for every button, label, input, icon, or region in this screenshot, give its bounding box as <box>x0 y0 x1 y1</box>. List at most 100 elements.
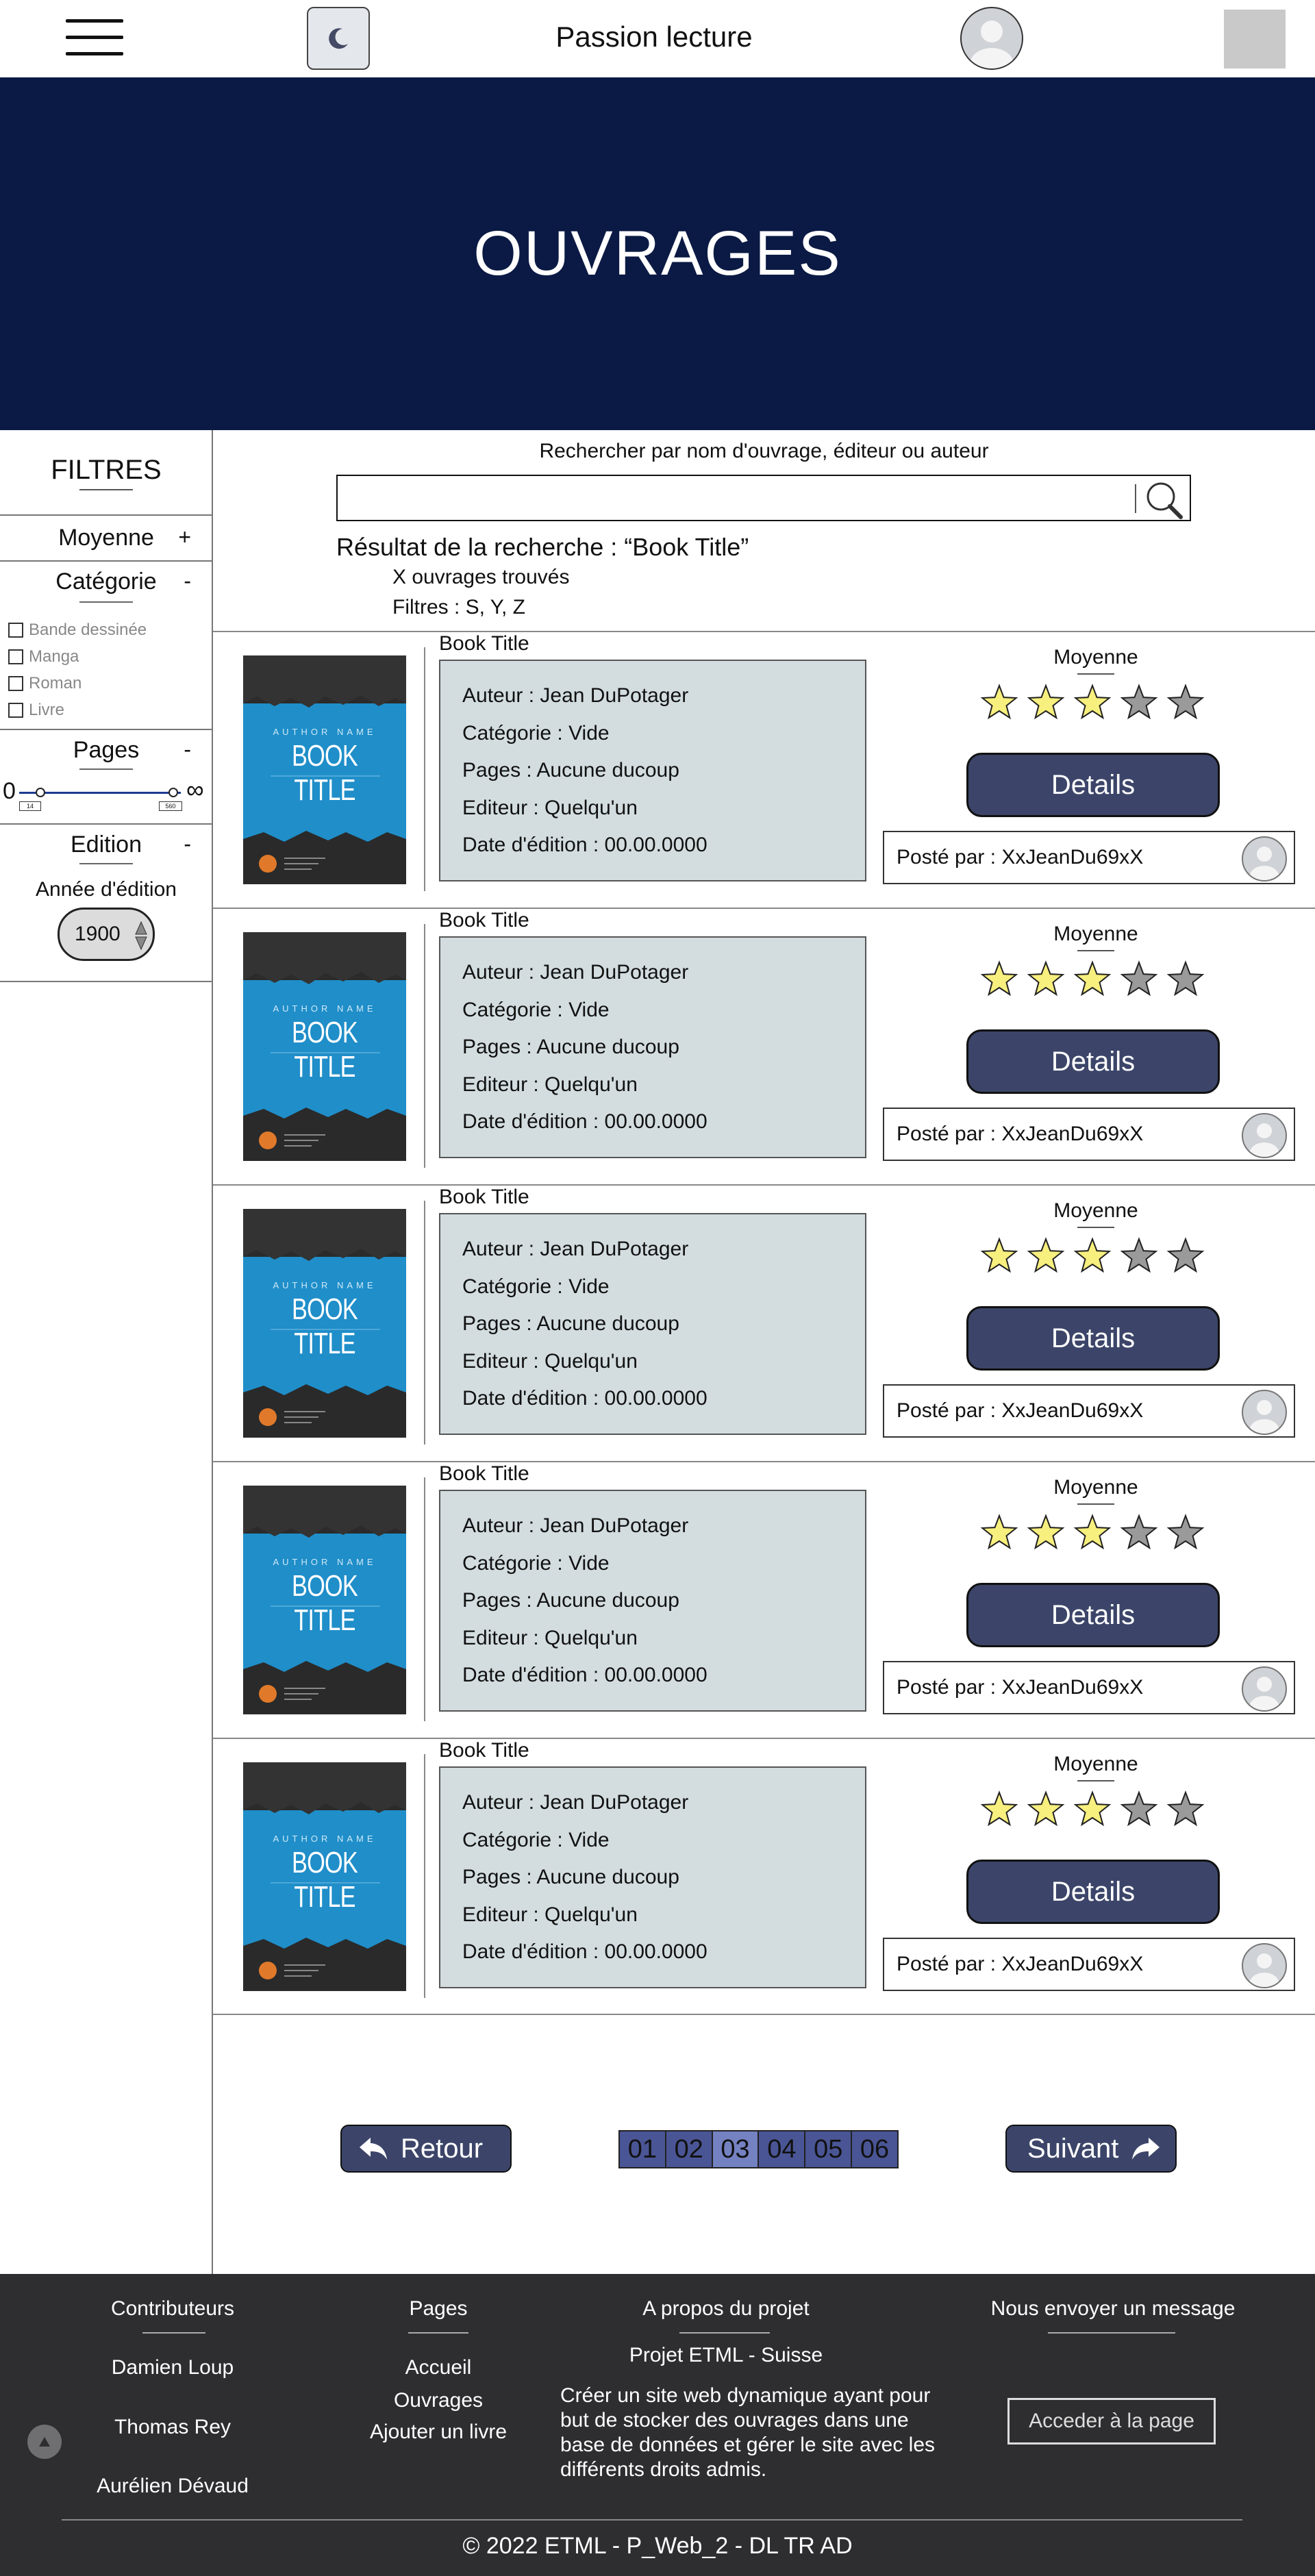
contributor-name: Thomas Rey <box>114 2416 231 2438</box>
checkbox[interactable] <box>8 676 23 691</box>
star-empty-icon[interactable] <box>1166 1790 1205 1827</box>
book-title[interactable]: Book Title <box>439 909 529 932</box>
year-value: 1900 <box>75 923 121 945</box>
checkbox[interactable] <box>8 623 23 638</box>
search-input[interactable] <box>336 475 1191 521</box>
star-filled-icon[interactable] <box>1073 1514 1112 1550</box>
divider <box>0 823 212 825</box>
category-option[interactable]: Livre <box>8 701 64 720</box>
star-empty-icon[interactable] <box>1120 1790 1158 1827</box>
book-title[interactable]: Book Title <box>439 1186 529 1209</box>
star-filled-icon[interactable] <box>980 1790 1018 1827</box>
book-row: AUTHOR NAME BOOK TITLE Book Title Auteur… <box>213 908 1315 1185</box>
pages-range-slider[interactable]: 0 ∞ 14 560 <box>0 775 212 819</box>
star-empty-icon[interactable] <box>1166 960 1205 997</box>
footer-link-ouvrages[interactable]: Ouvrages <box>349 2389 527 2412</box>
book-cover-image[interactable]: AUTHOR NAME BOOK TITLE <box>243 1209 406 1438</box>
book-cover-image[interactable]: AUTHOR NAME BOOK TITLE <box>243 932 406 1161</box>
book-title[interactable]: Book Title <box>439 1462 529 1486</box>
star-empty-icon[interactable] <box>1120 1237 1158 1273</box>
poster-avatar[interactable] <box>1242 1666 1287 1712</box>
poster-avatar[interactable] <box>1242 836 1287 881</box>
poster-avatar[interactable] <box>1242 1113 1287 1158</box>
star-filled-icon[interactable] <box>1027 1514 1065 1550</box>
star-rating[interactable] <box>976 680 1209 724</box>
checkbox[interactable] <box>8 649 23 664</box>
prev-page-button[interactable]: Retour <box>340 2125 512 2173</box>
details-button[interactable]: Details <box>966 1306 1220 1371</box>
range-min-label: 0 <box>3 778 16 804</box>
footer-about-subtitle: Projet ETML - Suisse <box>629 2344 823 2366</box>
cover-author-text: AUTHOR NAME <box>273 1557 377 1567</box>
filter-pages-toggle[interactable]: - <box>184 737 191 762</box>
slider-handle-max[interactable] <box>168 788 178 797</box>
search-label: Rechercher par nom d'ouvrage, éditeur ou… <box>539 440 989 462</box>
book-cover-image[interactable]: AUTHOR NAME BOOK TITLE <box>243 1762 406 1991</box>
book-title[interactable]: Book Title <box>439 632 529 655</box>
star-empty-icon[interactable] <box>1166 684 1205 720</box>
star-empty-icon[interactable] <box>1166 1514 1205 1550</box>
category-option[interactable]: Roman <box>8 674 82 693</box>
star-filled-icon[interactable] <box>1027 960 1065 997</box>
star-empty-icon[interactable] <box>1120 960 1158 997</box>
filter-edition-toggle[interactable]: - <box>184 831 191 857</box>
star-filled-icon[interactable] <box>1073 1237 1112 1273</box>
contact-page-button[interactable]: Acceder à la page <box>1007 2398 1216 2444</box>
star-rating[interactable] <box>976 1510 1209 1554</box>
star-filled-icon[interactable] <box>1027 684 1065 720</box>
star-filled-icon[interactable] <box>980 684 1018 720</box>
average-underline <box>1077 1227 1114 1228</box>
page-number-button[interactable]: 01 <box>620 2131 666 2167</box>
scroll-to-top-button[interactable] <box>27 2425 62 2459</box>
star-filled-icon[interactable] <box>1073 960 1112 997</box>
star-rating[interactable] <box>976 1787 1209 1831</box>
poster-avatar[interactable] <box>1242 1943 1287 1988</box>
category-option[interactable]: Manga <box>8 647 79 666</box>
details-button[interactable]: Details <box>966 1029 1220 1094</box>
page-number-button[interactable]: 02 <box>666 2131 713 2167</box>
footer-link-ajouter-livre[interactable]: Ajouter un livre <box>349 2421 527 2444</box>
category-option[interactable]: Bande dessinée <box>8 621 147 640</box>
cover-title-text: BOOK TITLE <box>291 1846 358 1914</box>
filter-categorie-label[interactable]: Catégorie <box>0 568 212 595</box>
search-icon[interactable] <box>1142 477 1186 521</box>
star-filled-icon[interactable] <box>980 960 1018 997</box>
star-empty-icon[interactable] <box>1120 1514 1158 1550</box>
page-number-button[interactable]: 05 <box>805 2131 853 2167</box>
star-filled-icon[interactable] <box>1073 684 1112 720</box>
page-number-button[interactable]: 03 <box>712 2131 760 2167</box>
poster-avatar[interactable] <box>1242 1390 1287 1435</box>
book-title[interactable]: Book Title <box>439 1739 529 1762</box>
book-cover-image[interactable]: AUTHOR NAME BOOK TITLE <box>243 655 406 884</box>
star-filled-icon[interactable] <box>980 1237 1018 1273</box>
star-rating[interactable] <box>976 1234 1209 1277</box>
star-empty-icon[interactable] <box>1166 1237 1205 1273</box>
filter-moyenne-toggle[interactable]: + <box>178 525 191 550</box>
book-editor: Editeur : Quelqu'un <box>462 796 638 819</box>
hamburger-menu-icon[interactable] <box>66 18 123 58</box>
spinner-arrows-icon[interactable] <box>135 919 147 952</box>
filter-categorie-toggle[interactable]: - <box>184 568 191 594</box>
star-filled-icon[interactable] <box>980 1514 1018 1550</box>
page-number-button[interactable]: 06 <box>852 2131 897 2167</box>
footer-link-accueil[interactable]: Accueil <box>349 2356 527 2379</box>
next-page-button[interactable]: Suivant <box>1005 2125 1177 2173</box>
details-button[interactable]: Details <box>966 1583 1220 1647</box>
star-rating[interactable] <box>976 957 1209 1001</box>
filter-pages-label[interactable]: Pages <box>0 737 212 764</box>
slider-handle-min[interactable] <box>36 788 45 797</box>
star-filled-icon[interactable] <box>1027 1237 1065 1273</box>
checkbox[interactable] <box>8 703 23 718</box>
page-number-button[interactable]: 04 <box>759 2131 806 2167</box>
details-button[interactable]: Details <box>966 1860 1220 1924</box>
book-cover-image[interactable]: AUTHOR NAME BOOK TITLE <box>243 1486 406 1714</box>
user-avatar[interactable] <box>960 7 1023 70</box>
star-filled-icon[interactable] <box>1027 1790 1065 1827</box>
star-filled-icon[interactable] <box>1073 1790 1112 1827</box>
star-empty-icon[interactable] <box>1120 684 1158 720</box>
average-underline <box>1077 1503 1114 1505</box>
filter-edition-label[interactable]: Edition <box>0 831 212 858</box>
dark-mode-toggle-button[interactable] <box>307 7 370 70</box>
details-button[interactable]: Details <box>966 753 1220 817</box>
year-stepper[interactable]: 1900 <box>58 908 155 961</box>
